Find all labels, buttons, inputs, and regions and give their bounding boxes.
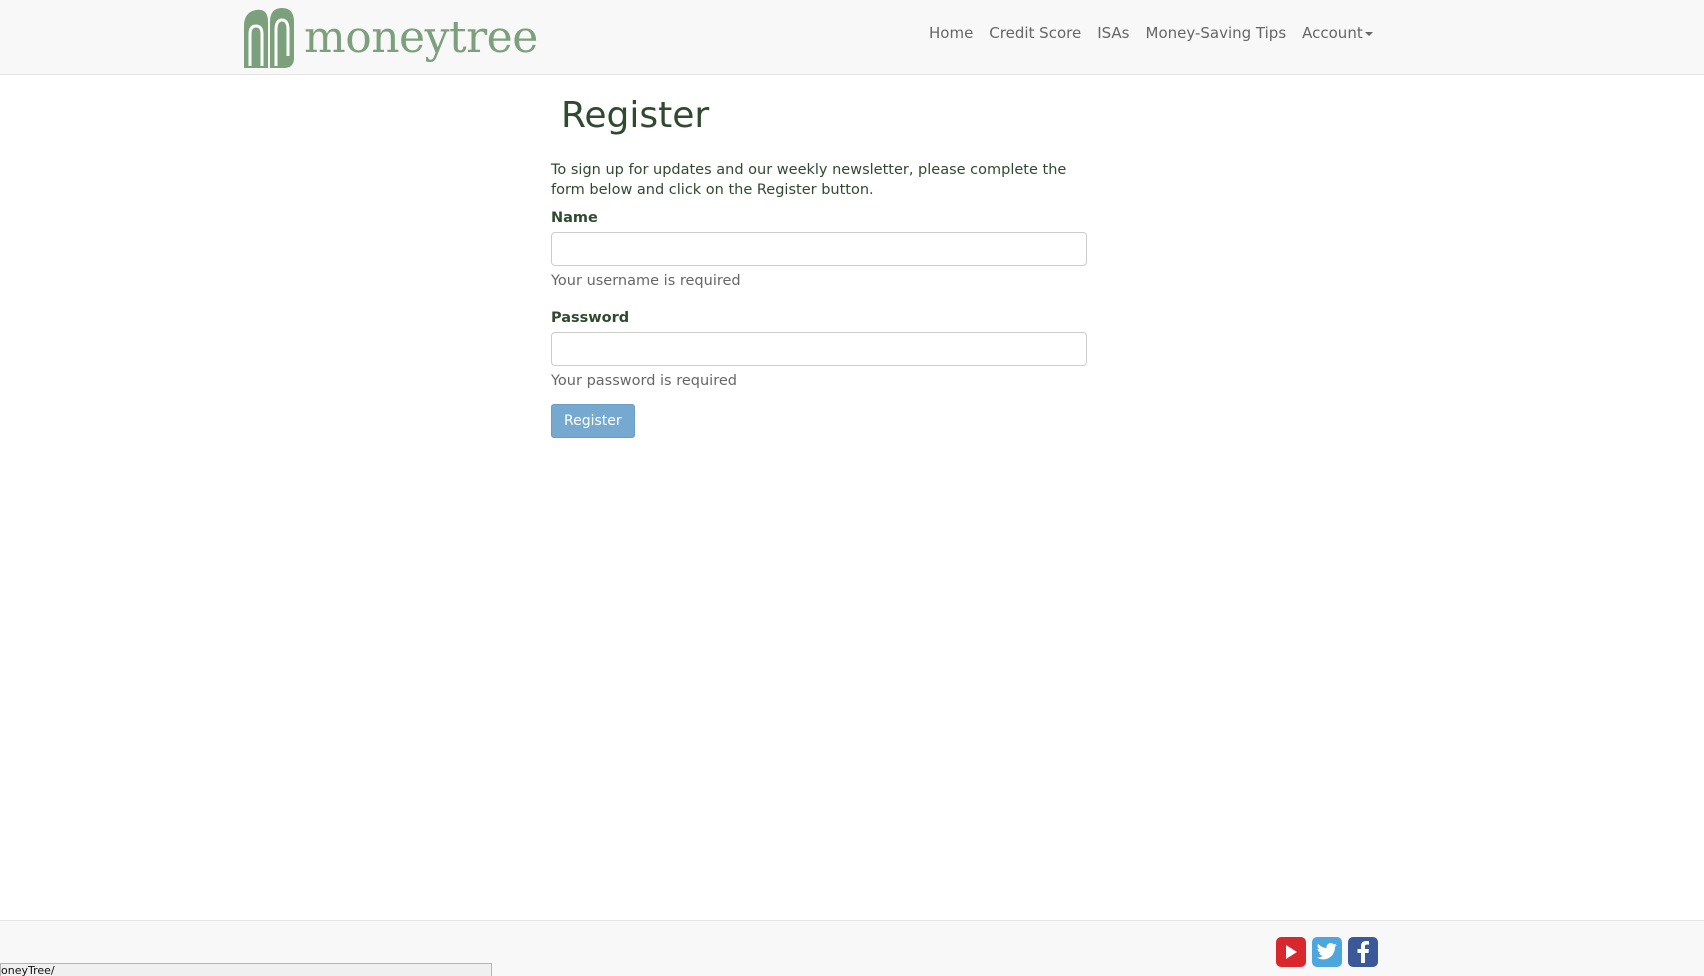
twitter-icon[interactable] <box>1312 937 1342 967</box>
register-content: Register To sign up for updates and our … <box>551 74 1087 438</box>
moneytree-logo-icon <box>244 8 294 68</box>
register-button[interactable]: Register <box>551 404 635 438</box>
password-help-text: Your password is required <box>551 373 737 389</box>
nav-money-saving-tips[interactable]: Money-Saving Tips <box>1138 24 1295 42</box>
f-letter-icon <box>1357 941 1369 963</box>
name-label: Name <box>551 210 598 226</box>
nav-isas[interactable]: ISAs <box>1089 24 1137 42</box>
password-label: Password <box>551 310 630 326</box>
intro-text: To sign up for updates and our weekly ne… <box>551 162 1067 198</box>
name-input[interactable] <box>551 232 1087 266</box>
social-links <box>1276 937 1378 967</box>
bird-icon <box>1316 943 1337 960</box>
facebook-icon[interactable] <box>1348 937 1378 967</box>
top-navbar: moneytree Home Credit Score ISAs Money-S… <box>0 0 1704 75</box>
password-input[interactable] <box>551 332 1087 366</box>
nav-account-dropdown[interactable]: Account <box>1294 24 1381 42</box>
caret-down-icon <box>1364 31 1373 36</box>
youtube-icon[interactable] <box>1276 937 1306 967</box>
nav-home[interactable]: Home <box>921 24 981 42</box>
status-bar-url: oneyTree/ <box>0 963 492 976</box>
page-title: Register <box>561 95 710 136</box>
nav-credit-score[interactable]: Credit Score <box>981 24 1089 42</box>
name-help-text: Your username is required <box>551 273 741 289</box>
play-icon <box>1286 945 1297 959</box>
main-nav: Home Credit Score ISAs Money-Saving Tips… <box>921 24 1381 42</box>
nav-account-label: Account <box>1302 24 1363 42</box>
brand-logo[interactable]: moneytree <box>240 8 538 68</box>
brand-name: moneytree <box>304 12 538 63</box>
